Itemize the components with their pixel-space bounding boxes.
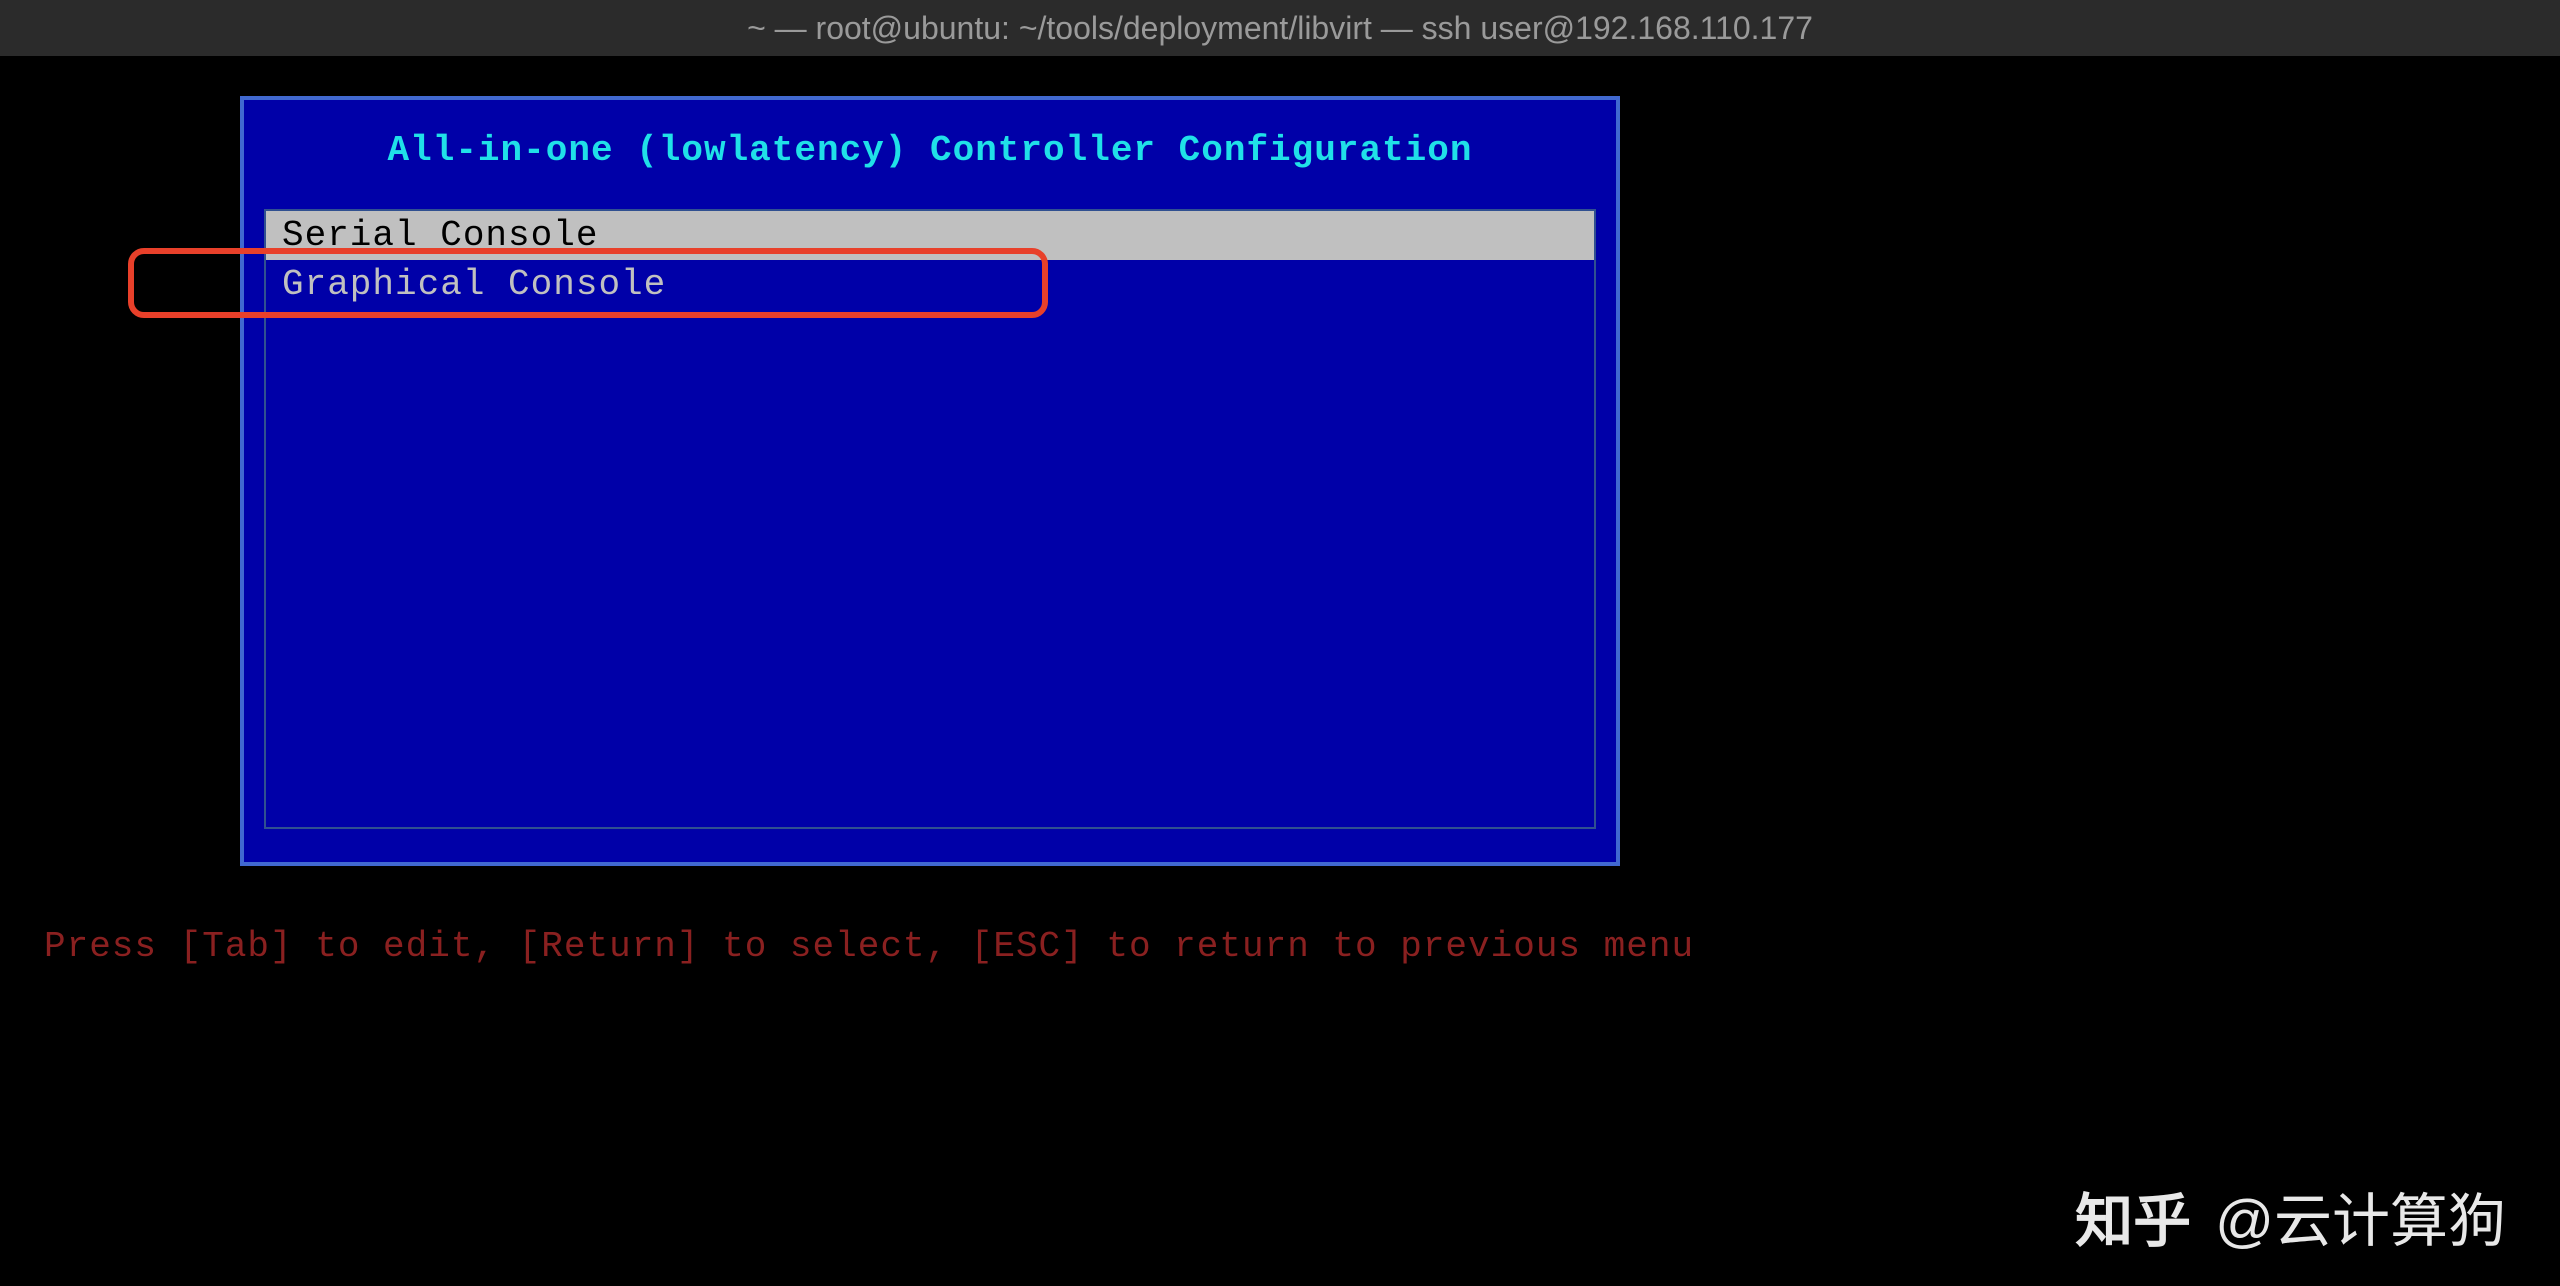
watermark-logo: 知乎 [2075,1174,2191,1258]
menu-item-label: Graphical Console [282,264,666,305]
keyboard-hint: Press [Tab] to edit, [Return] to select,… [44,926,1694,967]
config-menu-box: All-in-one (lowlatency) Controller Confi… [240,96,1620,866]
watermark: 知乎 @云计算狗 [2075,1174,2506,1258]
menu-item-label: Serial Console [282,215,598,256]
terminal-area: All-in-one (lowlatency) Controller Confi… [0,56,2560,1286]
menu-item-serial-console[interactable]: Serial Console [266,211,1594,260]
window-titlebar: ~ — root@ubuntu: ~/tools/deployment/libv… [0,0,2560,56]
menu-inner: Serial Console Graphical Console [264,209,1596,829]
titlebar-text: ~ — root@ubuntu: ~/tools/deployment/libv… [747,10,1813,47]
menu-item-graphical-console[interactable]: Graphical Console [266,260,1594,309]
watermark-author: @云计算狗 [2215,1174,2506,1258]
menu-title: All-in-one (lowlatency) Controller Confi… [244,100,1616,209]
